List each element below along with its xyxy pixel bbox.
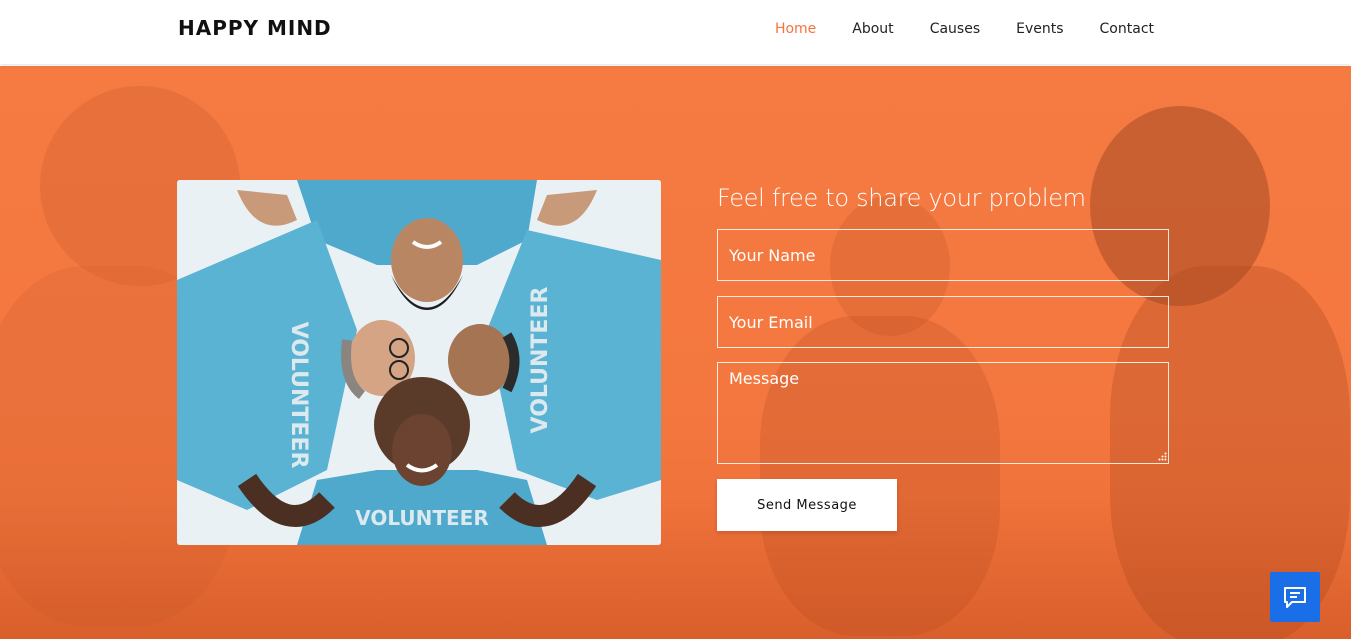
nav-home-link[interactable]: Home — [775, 21, 816, 37]
main-nav: Home About Causes Events Contact — [775, 21, 1154, 37]
name-input[interactable] — [717, 229, 1169, 281]
volunteers-group-photo-icon: VOLUNTEER VOLUNTEER VOLUNTEER — [177, 180, 661, 545]
chat-widget-button[interactable] — [1270, 572, 1320, 622]
top-navbar: HAPPY MIND Home About Causes Events Cont… — [0, 0, 1351, 64]
message-textarea[interactable] — [717, 362, 1169, 464]
contact-hero-section: VOLUNTEER VOLUNTEER VOLUNTEER Feel free … — [0, 66, 1351, 639]
svg-text:VOLUNTEER: VOLUNTEER — [528, 287, 553, 434]
resize-grip-icon[interactable] — [1158, 452, 1167, 461]
email-input[interactable] — [717, 296, 1169, 348]
svg-text:VOLUNTEER: VOLUNTEER — [355, 506, 489, 530]
send-message-button[interactable]: Send Message — [717, 479, 897, 531]
nav-about-link[interactable]: About — [852, 21, 893, 37]
site-logo[interactable]: HAPPY MIND — [178, 16, 332, 40]
nav-events-link[interactable]: Events — [1016, 21, 1063, 37]
svg-text:VOLUNTEER: VOLUNTEER — [286, 322, 311, 469]
contact-form-title: Feel free to share your problem — [717, 184, 1086, 212]
volunteers-photo: VOLUNTEER VOLUNTEER VOLUNTEER — [177, 180, 661, 545]
chat-bubble-icon — [1284, 587, 1306, 608]
nav-contact-link[interactable]: Contact — [1100, 21, 1154, 37]
nav-causes-link[interactable]: Causes — [930, 21, 980, 37]
